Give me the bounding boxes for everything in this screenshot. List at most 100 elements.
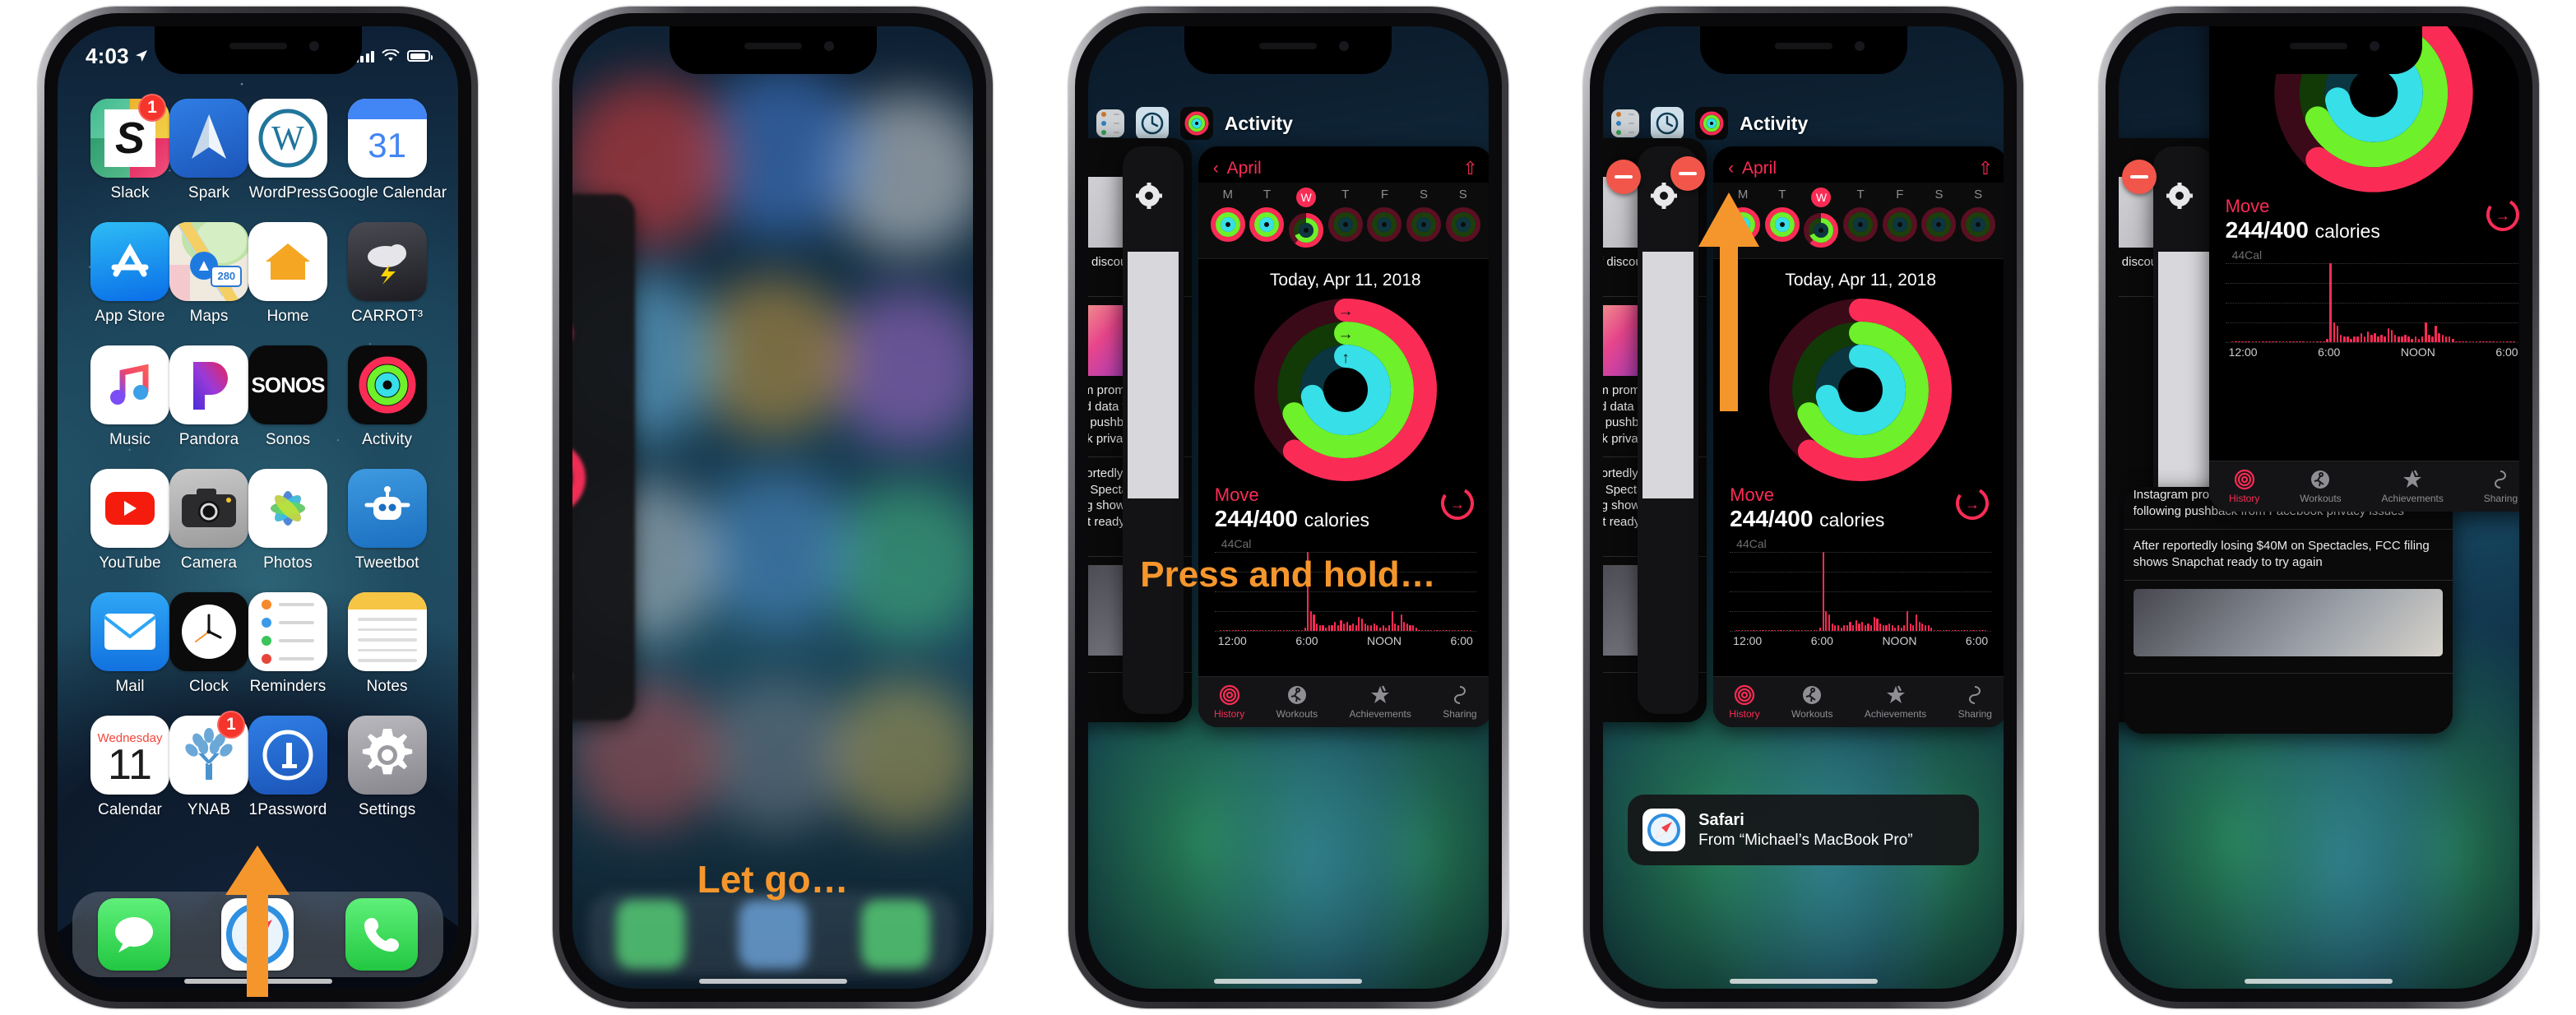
- app-icon-notes[interactable]: Notes: [327, 592, 447, 696]
- app-icon-calendar[interactable]: Wednesday 11 Calendar: [90, 716, 169, 819]
- chart-bar: [2401, 336, 2403, 342]
- app-icon-ynab[interactable]: 1 YNAB: [169, 711, 248, 819]
- chart-bar: [1909, 623, 1911, 631]
- safari-icon[interactable]: [221, 898, 294, 971]
- back-button[interactable]: ‹ April: [1728, 159, 1777, 178]
- tab-sharing[interactable]: Sharing: [1958, 684, 1992, 720]
- app-label: Sonos: [265, 431, 311, 448]
- day-column[interactable]: F: [1882, 188, 1918, 248]
- app-icon-slack[interactable]: S 1 Slack: [90, 94, 169, 202]
- tab-achievements[interactable]: Achievements: [1349, 684, 1411, 720]
- home-indicator[interactable]: [1214, 979, 1363, 984]
- app-icon-wordpress[interactable]: W WordPress: [248, 99, 327, 202]
- day-column[interactable]: T: [1327, 188, 1364, 248]
- page-dot-active[interactable]: [263, 883, 273, 892]
- tab-workouts[interactable]: Workouts: [1791, 684, 1833, 720]
- day-column[interactable]: S: [1960, 188, 1996, 248]
- home-indicator[interactable]: [183, 979, 332, 984]
- front-camera: [2370, 41, 2380, 51]
- switcher-card-activity[interactable]: ‹ April ⇧ M T W T F S S Today, Apr 11, 2…: [1198, 146, 1489, 727]
- tab-history[interactable]: History: [1214, 684, 1244, 720]
- tab-history[interactable]: History: [1729, 684, 1760, 720]
- share-icon[interactable]: ⇧: [1462, 158, 1477, 179]
- switcher-card-activity[interactable]: ‹ April ⇧ M T W T F S S Today, Apr 11, 2…: [1713, 146, 2004, 727]
- app-icon-carrot-weather[interactable]: CARROT³: [327, 222, 447, 326]
- close-card-button[interactable]: [1670, 156, 1706, 191]
- app-icon-tweetbot[interactable]: Tweetbot: [327, 469, 447, 572]
- news-list-revealed[interactable]: Instagram promises users download data f…: [2123, 487, 2453, 734]
- app-icon-reminders[interactable]: Reminders: [248, 592, 327, 696]
- move-arrow-icon[interactable]: →: [2484, 196, 2519, 234]
- tab-sharing[interactable]: Sharing: [2484, 469, 2518, 504]
- day-column[interactable]: F: [1366, 188, 1402, 248]
- app-icon-mail[interactable]: Mail: [90, 592, 169, 696]
- news-item[interactable]: [2123, 581, 2453, 674]
- page-dots[interactable]: [58, 883, 458, 892]
- day-column[interactable]: S: [1445, 188, 1481, 248]
- app-icon-maps[interactable]: ▲ 280 Maps: [169, 222, 248, 326]
- app-icon-photos[interactable]: Photos: [248, 469, 327, 572]
- tab-achievements[interactable]: Achievements: [1865, 684, 1926, 720]
- day-column[interactable]: S: [1920, 188, 1957, 248]
- home-indicator[interactable]: [2245, 979, 2393, 984]
- tab-workouts[interactable]: Workouts: [1276, 684, 1318, 720]
- chart-bar: [2509, 341, 2512, 342]
- activity-ring-large: [572, 441, 586, 515]
- app-icon-youtube[interactable]: YouTube: [90, 469, 169, 572]
- share-icon[interactable]: ⇧: [1978, 158, 1993, 179]
- chart-bar: [1415, 627, 1417, 631]
- app-icon-music[interactable]: Music: [90, 345, 169, 449]
- app-icon-home[interactable]: Home: [248, 222, 327, 326]
- chart-bar: [1225, 629, 1228, 631]
- app-icon-clock[interactable]: Clock: [169, 592, 248, 696]
- app-icon-app-store[interactable]: App Store: [90, 222, 169, 326]
- day-column-today[interactable]: W: [1288, 188, 1324, 248]
- day-column[interactable]: S: [1406, 188, 1442, 248]
- phone-icon[interactable]: [345, 898, 418, 971]
- chart-bar: [2421, 336, 2424, 342]
- day-column-today[interactable]: W: [1803, 188, 1839, 248]
- tab-achievements[interactable]: Achievements: [2382, 469, 2444, 504]
- tab-sharing[interactable]: Sharing: [1443, 684, 1477, 720]
- phone-2-transition: ⇧ S Sharing: [515, 0, 1030, 1015]
- app-icon-camera[interactable]: Camera: [169, 469, 248, 572]
- close-card-button[interactable]: [1606, 160, 1642, 194]
- switcher-card-settings[interactable]: [1122, 146, 1184, 714]
- move-arrow-icon[interactable]: →: [1439, 484, 1476, 522]
- tab-history[interactable]: History: [2229, 469, 2259, 504]
- home-indicator[interactable]: [1729, 979, 1878, 984]
- back-button[interactable]: ‹ April: [1213, 159, 1262, 178]
- settings-icon: [347, 716, 427, 795]
- blurred-dock: [589, 892, 957, 977]
- tab-workouts[interactable]: Workouts: [2300, 469, 2342, 504]
- app-label: Photos: [263, 554, 313, 572]
- chart-bar: [1758, 629, 1761, 631]
- day-column[interactable]: T: [1842, 188, 1879, 248]
- day-column[interactable]: M: [1210, 188, 1246, 248]
- app-icon-settings[interactable]: Settings: [327, 716, 447, 819]
- app-icon-activity[interactable]: Activity: [327, 345, 447, 449]
- switcher-card-activity-dismissed[interactable]: → → ↑ Move 244/400 calories: [2208, 26, 2519, 512]
- axis-tick: 12:00: [1733, 634, 1763, 647]
- app-icon-google-calendar[interactable]: 31 Google Calendar: [327, 99, 447, 202]
- app-icon-1password[interactable]: 1Password: [248, 716, 327, 819]
- app-icon-spark[interactable]: Spark: [169, 99, 248, 202]
- app-icon-pandora[interactable]: Pandora: [169, 345, 248, 449]
- close-card-button[interactable]: [2121, 160, 2157, 194]
- news-item[interactable]: After reportedly losing $40M on Spectacl…: [2123, 530, 2453, 581]
- day-column[interactable]: M: [1725, 188, 1761, 248]
- messages-icon[interactable]: [98, 898, 171, 971]
- day-column[interactable]: T: [1764, 188, 1800, 248]
- app-label: Music: [109, 431, 151, 448]
- app-icon-sonos[interactable]: SONOS Sonos: [248, 345, 327, 449]
- day-column[interactable]: T: [1249, 188, 1285, 248]
- move-ring-arrow: →: [1337, 303, 1353, 320]
- chart-bars: [2231, 263, 2516, 342]
- switcher-card-peek-left[interactable]: ⇧ S Sharing: [572, 194, 636, 721]
- page-dot[interactable]: [243, 883, 253, 892]
- home-indicator[interactable]: [698, 979, 847, 984]
- handoff-banner[interactable]: Safari From “Michael’s MacBook Pro”: [1628, 795, 1980, 865]
- chart-bar: [1313, 614, 1315, 631]
- switcher-card-settings[interactable]: [1638, 146, 1699, 714]
- move-arrow-icon[interactable]: →: [1953, 484, 1991, 522]
